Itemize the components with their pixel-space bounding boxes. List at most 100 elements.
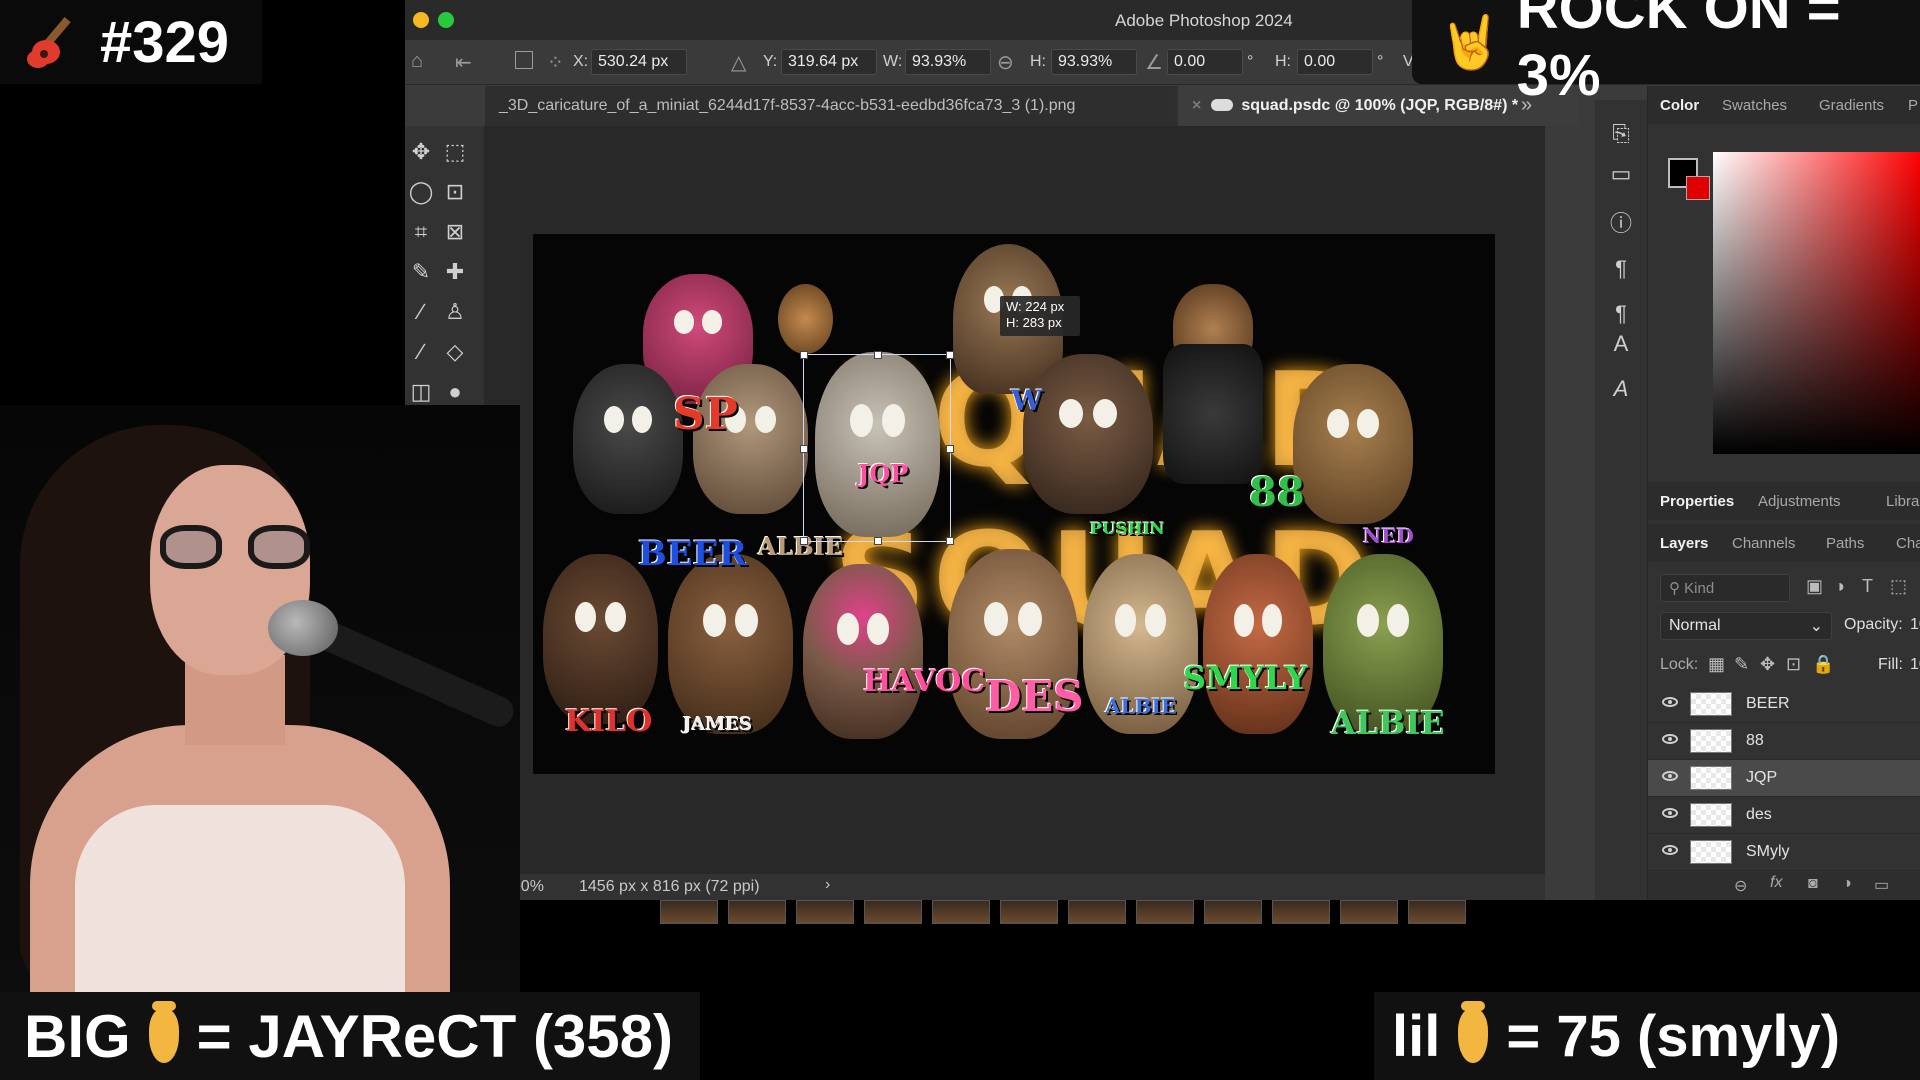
y-field[interactable]: 319.64 px (781, 49, 877, 75)
visibility-eye-icon[interactable] (1662, 845, 1678, 855)
gradient-tool-icon[interactable]: ◫ (407, 378, 435, 406)
blend-mode-select[interactable]: Normal ⌄ (1660, 612, 1832, 640)
webcam-feed (0, 405, 520, 992)
w-field[interactable]: 93.93% (905, 49, 991, 75)
tab-caricature-png[interactable]: _3D_caricature_of_a_miniat_6244d17f-8537… (485, 86, 1175, 126)
lock-pixels-icon[interactable]: ✎ (1734, 654, 1749, 675)
filter-image-icon[interactable]: ▣ (1806, 576, 1823, 597)
link-icon[interactable]: ⊖ (997, 50, 1014, 75)
canvas-area[interactable]: SQUAD SQUAD SP JQP (485, 126, 1545, 886)
transform-handle[interactable] (874, 537, 882, 545)
properties-panel-tabs: Properties Adjustments Libra (1648, 482, 1920, 520)
thumbnail[interactable] (864, 900, 922, 924)
minimize-button[interactable] (413, 12, 429, 28)
tab-layers[interactable]: Layers (1660, 535, 1708, 552)
color-field[interactable] (1713, 152, 1920, 454)
filter-adjustment-icon[interactable]: ◑ (1834, 576, 1845, 597)
filter-type-icon[interactable]: T (1862, 576, 1873, 597)
layer-row-jqp[interactable]: JQP (1648, 760, 1920, 797)
layer-row-beer[interactable]: BEER (1648, 686, 1920, 723)
transform-handle[interactable] (946, 445, 954, 453)
thumbnail[interactable] (932, 900, 990, 924)
transform-handle[interactable] (800, 445, 808, 453)
filter-shape-icon[interactable]: ⬚ (1890, 576, 1907, 597)
transform-handle[interactable] (800, 537, 808, 545)
frame-tool-icon[interactable]: ⊠ (441, 218, 469, 246)
layer-mask-icon[interactable]: ◙ (1808, 875, 1818, 893)
x-field[interactable]: 530.24 px (591, 49, 687, 75)
tab-libraries[interactable]: Libra (1886, 493, 1919, 510)
visibility-eye-icon[interactable] (1662, 697, 1678, 707)
lock-artboard-icon[interactable]: ⊡ (1786, 654, 1801, 675)
layer-row-88[interactable]: 88 (1648, 723, 1920, 760)
lock-all-icon[interactable]: 🔒 (1812, 654, 1834, 675)
visibility-eye-icon[interactable] (1662, 734, 1678, 744)
history-panel-icon[interactable]: ⎘ (1607, 120, 1635, 148)
crop-tool-icon[interactable]: ⌗ (407, 218, 435, 246)
layer-filter-kind[interactable]: ⚲ Kind (1660, 574, 1790, 602)
group-layers-icon[interactable]: ▭ (1874, 875, 1889, 895)
zoom-button[interactable] (438, 12, 454, 28)
object-select-tool-icon[interactable]: ⊡ (441, 178, 469, 206)
opacity-value[interactable]: 10 (1910, 616, 1920, 634)
tab-paths[interactable]: Paths (1826, 535, 1864, 552)
eyedropper-tool-icon[interactable]: ✎ (407, 258, 435, 286)
layer-row-des[interactable]: des (1648, 797, 1920, 834)
thumbnail[interactable] (796, 900, 854, 924)
fill-value[interactable]: 10 (1910, 656, 1920, 674)
tab-character[interactable]: Cha (1896, 535, 1920, 552)
eraser-tool-icon[interactable]: ◇ (441, 338, 469, 366)
layer-name: des (1746, 806, 1772, 823)
tab-properties[interactable]: Properties (1660, 493, 1734, 510)
close-icon[interactable]: × (1192, 97, 1201, 114)
transform-bounding-box[interactable] (800, 351, 954, 545)
angle-field[interactable]: 0.00 (1167, 49, 1243, 75)
adjustment-layer-icon[interactable]: ◑ (1842, 875, 1852, 893)
thumbnail[interactable] (1000, 900, 1058, 924)
visibility-eye-icon[interactable] (1662, 808, 1678, 818)
lock-position-icon[interactable]: ✥ (1760, 654, 1775, 675)
h-field[interactable]: 93.93% (1051, 49, 1137, 75)
status-arrow-icon[interactable]: › (825, 876, 830, 894)
label-james: JAMES (683, 714, 753, 735)
thumbnail[interactable] (1068, 900, 1126, 924)
layer-row-smyly[interactable]: SMyly (1648, 834, 1920, 871)
thumbnail[interactable] (1408, 900, 1466, 924)
reference-point-icon[interactable]: ⁘ (547, 50, 564, 75)
reference-toggle[interactable] (515, 51, 533, 69)
info-icon[interactable]: ⓘ (1607, 210, 1635, 238)
brush-tool-icon[interactable]: ∕ (407, 298, 435, 326)
transform-handle[interactable] (800, 351, 808, 359)
glyphs-icon[interactable]: A (1607, 375, 1635, 403)
thumbnail[interactable] (1272, 900, 1330, 924)
paragraph-styles-icon[interactable]: ¶ (1607, 300, 1635, 328)
move-tool-icon[interactable]: ✥ (407, 138, 435, 166)
visibility-eye-icon[interactable] (1662, 771, 1678, 781)
character-styles-icon[interactable]: A (1607, 330, 1635, 358)
history-brush-icon[interactable]: ∕ (407, 338, 435, 366)
paragraph-icon[interactable]: ¶ (1607, 255, 1635, 283)
healing-tool-icon[interactable]: ✚ (441, 258, 469, 286)
blur-tool-icon[interactable]: ● (441, 378, 469, 406)
tab-adjustments[interactable]: Adjustments (1758, 493, 1841, 510)
lock-transparency-icon[interactable]: ▦ (1708, 654, 1725, 675)
thumbnail[interactable] (1136, 900, 1194, 924)
link-layers-icon[interactable]: ⊖ (1734, 876, 1747, 896)
stamp-tool-icon[interactable]: ♙ (441, 298, 469, 326)
thumbnail[interactable] (660, 900, 718, 924)
label-beer: BEER (638, 534, 747, 574)
lasso-tool-icon[interactable]: ◯ (407, 178, 435, 206)
hskew-field[interactable]: 0.00 (1297, 49, 1373, 75)
thumbnail[interactable] (1204, 900, 1262, 924)
comments-icon[interactable]: ▭ (1607, 160, 1635, 188)
background-color[interactable] (1686, 176, 1710, 200)
transform-handle[interactable] (946, 537, 954, 545)
transform-handle[interactable] (874, 351, 882, 359)
thumbnail[interactable] (728, 900, 786, 924)
marquee-tool-icon[interactable]: ⬚ (441, 138, 469, 166)
transform-handle[interactable] (946, 351, 954, 359)
tab-channels[interactable]: Channels (1732, 535, 1795, 552)
thumbnail[interactable] (1340, 900, 1398, 924)
layer-style-icon[interactable]: fx (1770, 874, 1782, 892)
home-icon[interactable]: ⌂ (411, 50, 423, 73)
